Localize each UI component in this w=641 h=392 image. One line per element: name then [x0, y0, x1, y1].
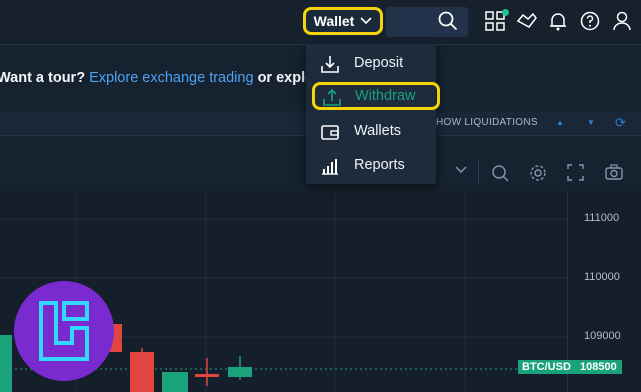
settings-icon[interactable]: [529, 164, 547, 182]
candle: [130, 352, 154, 392]
bell-icon[interactable]: [548, 11, 568, 31]
arrow-up-icon[interactable]: ▲: [556, 118, 564, 127]
last-price-label: 108500: [575, 360, 622, 374]
menu-item-label: Reports: [354, 157, 405, 173]
candle: [228, 367, 252, 377]
search-icon[interactable]: [438, 11, 458, 31]
chevron-down-icon[interactable]: [455, 166, 467, 174]
fullscreen-icon[interactable]: [567, 164, 584, 181]
candle: [162, 372, 188, 392]
withdraw-icon: [323, 88, 341, 106]
arrow-down-icon[interactable]: ▼: [587, 118, 595, 127]
menu-item-label: Withdraw: [355, 88, 416, 104]
chevron-down-icon: [360, 17, 372, 25]
wallet-icon: [321, 125, 339, 140]
status-dot: [502, 9, 509, 16]
tour-text: Want a tour? Explore exchange trading or…: [0, 70, 314, 86]
wallet-dropdown-menu: Deposit Withdraw Wallets Reports: [306, 44, 440, 184]
tour-prefix: Want a tour?: [0, 70, 86, 86]
reports-icon: [322, 159, 338, 175]
logo-mark-icon: [39, 301, 89, 361]
explore-trading-link[interactable]: Explore exchange trading: [89, 70, 253, 86]
wallet-button-label: Wallet: [313, 13, 355, 29]
refresh-icon[interactable]: ⟳: [615, 115, 626, 131]
price-tick: 110000: [584, 271, 620, 283]
candle: [0, 335, 12, 392]
candle: [195, 374, 219, 377]
menu-item-reports[interactable]: Reports: [306, 151, 436, 179]
camera-icon[interactable]: [605, 164, 623, 180]
deposit-icon: [321, 56, 339, 73]
price-tick: 109000: [584, 330, 621, 342]
menu-item-withdraw[interactable]: Withdraw: [312, 82, 440, 110]
indicator-search-icon[interactable]: [491, 164, 509, 182]
wallet-button[interactable]: Wallet: [303, 7, 383, 35]
menu-item-wallets[interactable]: Wallets: [306, 117, 436, 145]
price-tick: 111000: [584, 212, 620, 224]
brand-logo: [14, 281, 114, 381]
toolbar-divider: [478, 160, 479, 184]
handshake-icon[interactable]: [516, 11, 538, 31]
menu-item-deposit[interactable]: Deposit: [306, 49, 436, 77]
help-icon[interactable]: [580, 11, 600, 31]
show-liquidations-label[interactable]: HOW LIQUIDATIONS: [436, 117, 538, 128]
menu-item-label: Wallets: [354, 123, 401, 139]
menu-item-label: Deposit: [354, 55, 404, 71]
user-icon[interactable]: [612, 11, 632, 31]
symbol-label: BTC/USD: [518, 360, 575, 374]
